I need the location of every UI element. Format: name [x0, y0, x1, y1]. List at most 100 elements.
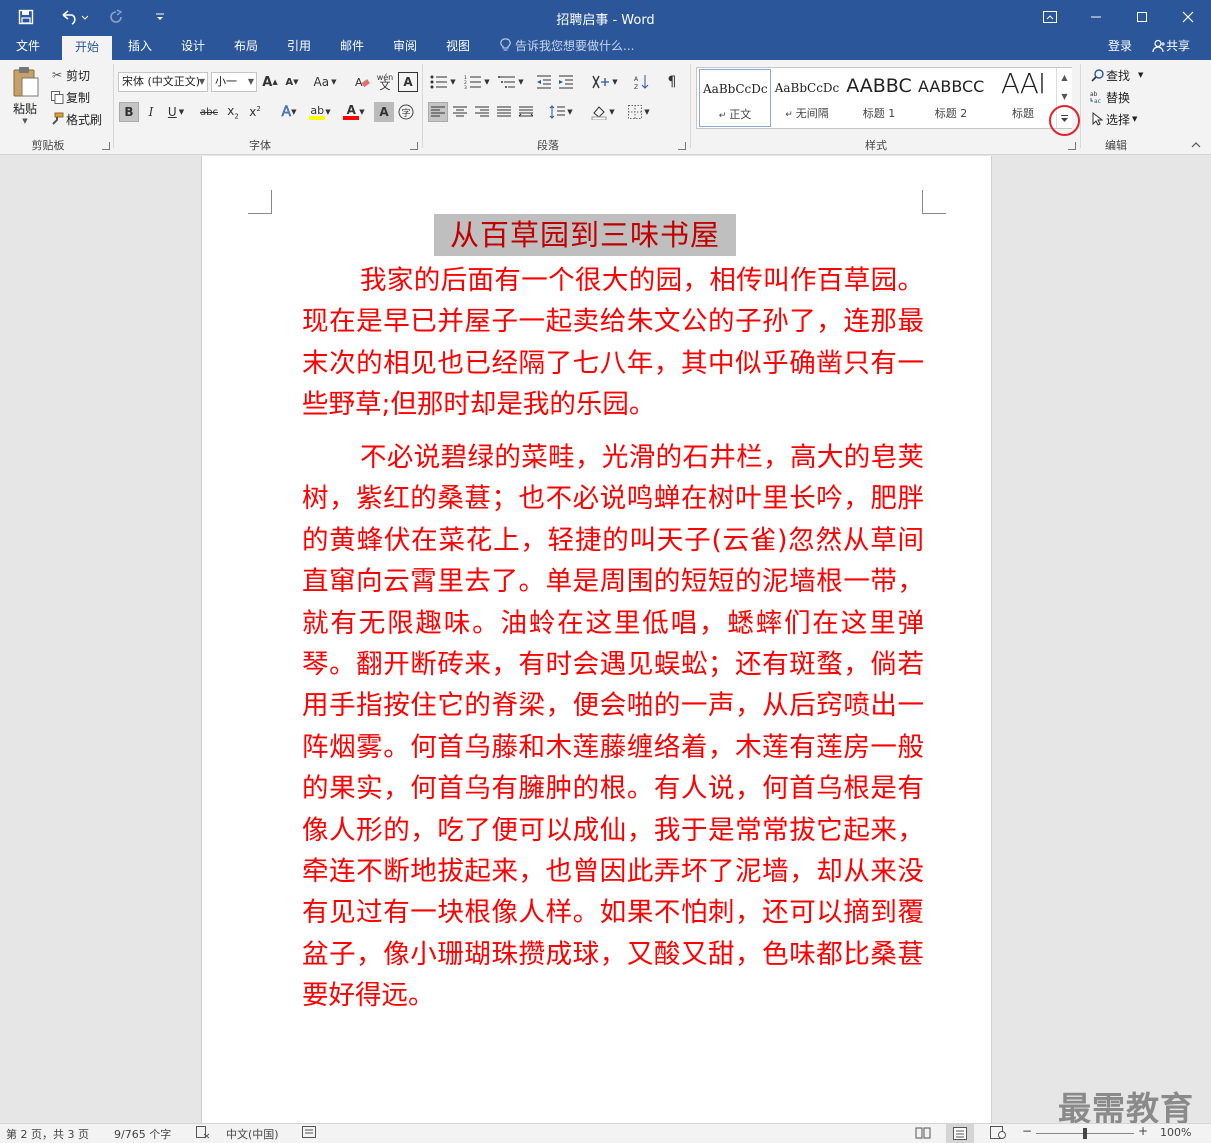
share-button[interactable]: 共享 — [1148, 36, 1194, 56]
bold-icon[interactable]: B — [119, 102, 139, 122]
styles-launcher-icon[interactable] — [1068, 142, 1076, 150]
gallery-scroll-down-icon[interactable]: ▼ — [1056, 87, 1072, 106]
change-case-icon[interactable]: Aa ▼ — [310, 72, 340, 92]
borders-icon[interactable]: ▼ — [624, 102, 654, 122]
shrink-font-icon[interactable]: A ▼ — [282, 72, 302, 92]
font-name-combo[interactable]: 宋体 (中文正文) ▼ — [118, 72, 208, 92]
proofing-icon[interactable] — [196, 1126, 210, 1142]
paste-dropdown-icon[interactable]: ▼ — [22, 117, 27, 125]
replace-label: 替换 — [1106, 90, 1131, 105]
zoom-slider-thumb[interactable] — [1083, 1128, 1087, 1139]
web-layout-icon[interactable] — [990, 1126, 1006, 1142]
login-link[interactable]: 登录 — [1108, 34, 1132, 58]
font-color-icon[interactable]: A ▼ — [340, 102, 368, 122]
print-layout-icon[interactable] — [946, 1124, 974, 1143]
undo-icon[interactable] — [58, 0, 90, 34]
language-indicator[interactable]: 中文(中国) — [226, 1126, 279, 1142]
chinese-layout-icon[interactable]: ▼ — [590, 72, 620, 92]
character-shading-icon[interactable]: A — [374, 102, 394, 122]
format-painter-button[interactable]: 格式刷 — [48, 110, 102, 128]
save-icon[interactable] — [14, 0, 38, 34]
style-heading-2[interactable]: AABBCC 标题 2 — [915, 69, 987, 127]
justify-icon[interactable] — [494, 102, 514, 122]
replace-button[interactable]: ab ac 替换 — [1088, 88, 1130, 106]
show-hide-marks-icon[interactable]: ¶ — [662, 72, 682, 92]
tab-mailings[interactable]: 邮件 — [327, 34, 377, 60]
text-effects-icon[interactable]: A ▼ — [276, 102, 302, 122]
style-preview: AaBbCcDc — [774, 81, 840, 95]
grow-font-icon[interactable]: A ▲ — [260, 72, 280, 92]
increase-indent-icon[interactable] — [556, 72, 576, 92]
font-size-value: 小一 — [215, 75, 237, 88]
tab-layout[interactable]: 布局 — [221, 34, 271, 60]
zoom-in-icon[interactable]: + — [1138, 1124, 1148, 1138]
customize-icon[interactable] — [150, 0, 170, 34]
clipboard-icon — [10, 66, 40, 98]
superscript-icon[interactable]: x2 — [245, 102, 265, 122]
crop-mark — [922, 190, 946, 214]
tab-references[interactable]: 引用 — [274, 34, 324, 60]
copy-label: 复制 — [66, 90, 91, 105]
line-spacing-icon[interactable]: ▼ — [546, 102, 576, 122]
align-left-icon[interactable] — [428, 102, 448, 122]
clipboard-launcher-icon[interactable] — [102, 142, 110, 150]
zoom-out-icon[interactable]: − — [1022, 1124, 1032, 1138]
highlight-color-icon[interactable]: ab ▼ — [306, 102, 334, 122]
clear-formatting-icon[interactable]: A — [352, 72, 372, 92]
style-normal[interactable]: AaBbCcDc ↵ 正文 — [699, 69, 771, 127]
word-count[interactable]: 9/765 个字 — [114, 1126, 171, 1142]
tab-review[interactable]: 审阅 — [380, 34, 430, 60]
minimize-icon[interactable] — [1073, 0, 1119, 34]
paragraph-2[interactable]: 不必说碧绿的菜畦，光滑的石井栏，高大的皂荚树，紫红的桑葚；也不必说鸣蝉在树叶里长… — [302, 437, 924, 1017]
font-launcher-icon[interactable] — [410, 142, 418, 150]
style-heading-1[interactable]: AABBC 标题 1 — [843, 69, 915, 127]
shading-icon[interactable]: ▼ — [588, 102, 618, 122]
strikethrough-icon[interactable]: abc — [197, 102, 221, 122]
maximize-icon[interactable] — [1119, 0, 1165, 34]
cut-button[interactable]: ✂ 剪切 — [48, 66, 90, 84]
enclose-characters-icon[interactable]: 字 — [396, 102, 416, 122]
zoom-level[interactable]: 100% — [1160, 1126, 1191, 1139]
distributed-icon[interactable] — [516, 102, 536, 122]
find-button[interactable]: 查找 ▼ — [1088, 66, 1143, 84]
numbering-icon[interactable]: 1 2 3 ▼ — [462, 72, 492, 92]
tab-file[interactable]: 文件 — [0, 34, 56, 60]
editing-group-label: 编辑 — [1105, 139, 1127, 152]
multilevel-list-icon[interactable]: ▼ — [496, 72, 526, 92]
document-page[interactable]: 从百草园到三味书屋 我家的后面有一个很大的园，相传叫作百草园。现在是早已并屋子一… — [201, 156, 992, 1123]
ribbon-display-icon[interactable] — [1027, 0, 1073, 34]
copy-button[interactable]: 复制 — [48, 88, 90, 106]
read-mode-icon[interactable] — [915, 1126, 931, 1142]
tab-insert[interactable]: 插入 — [115, 34, 165, 60]
zoom-slider[interactable] — [1036, 1128, 1134, 1139]
paragraph-1[interactable]: 我家的后面有一个很大的园，相传叫作百草园。现在是早已并屋子一起卖给朱文公的子孙了… — [302, 260, 924, 426]
paste-button[interactable]: 粘贴 ▼ — [8, 66, 42, 130]
macro-icon[interactable] — [302, 1126, 316, 1142]
close-icon[interactable] — [1165, 0, 1211, 34]
tab-view[interactable]: 视图 — [433, 34, 483, 60]
select-button[interactable]: 选择 ▼ — [1088, 110, 1137, 128]
page-count[interactable]: 第 2 页，共 3 页 — [6, 1126, 89, 1142]
subscript-icon[interactable]: x2 — [223, 102, 243, 122]
collapse-ribbon-icon[interactable] — [1191, 138, 1201, 152]
gallery-scroll-up-icon[interactable]: ▲ — [1056, 68, 1072, 87]
decrease-indent-icon[interactable] — [534, 72, 554, 92]
style-no-spacing[interactable]: AaBbCcDc ↵ 无间隔 — [771, 69, 843, 127]
tab-home[interactable]: 开始 — [62, 36, 112, 60]
underline-icon[interactable]: U ▼ — [163, 102, 189, 122]
tell-me-box[interactable]: 告诉我您想要做什么... — [500, 34, 634, 60]
redo-icon[interactable] — [106, 0, 126, 34]
tab-design[interactable]: 设计 — [168, 34, 218, 60]
sort-icon[interactable]: AZ — [632, 72, 652, 92]
italic-icon[interactable]: I — [141, 102, 161, 122]
phonetic-guide-icon[interactable]: wén 文 — [375, 72, 395, 92]
align-center-icon[interactable] — [450, 102, 470, 122]
character-border-icon[interactable]: A — [398, 72, 418, 92]
paragraph-launcher-icon[interactable] — [678, 142, 686, 150]
bullets-icon[interactable]: ▼ — [428, 72, 458, 92]
paste-label: 粘贴 — [12, 102, 37, 116]
document-title[interactable]: 从百草园到三味书屋 — [434, 214, 736, 256]
align-right-icon[interactable] — [472, 102, 492, 122]
replace-icon: ab ac — [1088, 90, 1106, 104]
font-size-combo[interactable]: 小一 ▼ — [211, 72, 257, 92]
